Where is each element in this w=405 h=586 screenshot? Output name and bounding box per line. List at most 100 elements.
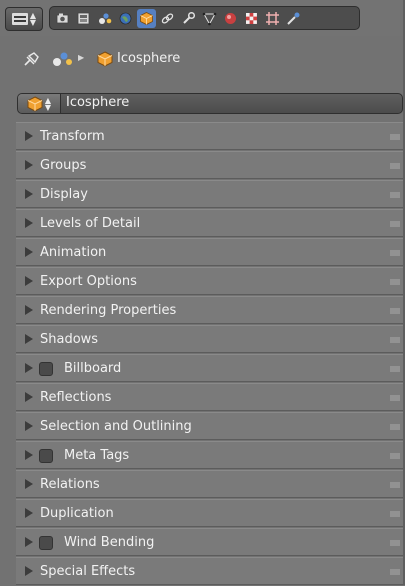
panel-title: Meta Tags — [64, 448, 130, 463]
panel-title: Display — [40, 187, 88, 202]
panel-title: Billboard — [64, 361, 122, 376]
tab-constraints[interactable] — [158, 9, 177, 28]
disclosure-triangle-icon[interactable] — [25, 305, 33, 315]
panel-title: Reflections — [40, 390, 112, 405]
disclosure-triangle-icon[interactable] — [25, 276, 33, 286]
panel-header[interactable]: Selection and Outlining — [16, 412, 405, 440]
drag-handle-icon[interactable] — [390, 540, 400, 546]
disclosure-triangle-icon[interactable] — [25, 334, 33, 344]
object-name-field[interactable]: ▲ ▼ Icosphere — [17, 93, 403, 114]
panel-header[interactable]: Duplication — [16, 499, 405, 527]
pin-icon[interactable] — [22, 51, 40, 71]
panel-header[interactable]: Transform — [16, 122, 405, 150]
panel-header[interactable]: Levels of Detail — [16, 209, 405, 237]
drag-handle-icon[interactable] — [390, 134, 400, 140]
drag-handle-icon[interactable] — [390, 308, 400, 314]
disclosure-triangle-icon[interactable] — [25, 479, 33, 489]
properties-editor-icon — [11, 13, 28, 25]
tab-physics[interactable] — [284, 9, 303, 28]
disclosure-triangle-icon[interactable] — [25, 160, 33, 170]
tab-render-layers[interactable] — [74, 9, 93, 28]
panel-title: Transform — [40, 129, 105, 144]
panel-title: Special Effects — [40, 564, 136, 579]
panel-header[interactable]: Reflections — [16, 383, 405, 411]
panel-enable-checkbox[interactable] — [39, 536, 53, 550]
tab-modifiers[interactable] — [179, 9, 198, 28]
tab-object[interactable] — [137, 8, 156, 28]
object-icon — [27, 95, 43, 112]
disclosure-triangle-icon[interactable] — [25, 421, 33, 431]
modifiers-icon — [183, 11, 196, 24]
disclosure-triangle-icon[interactable] — [25, 131, 33, 141]
disclosure-triangle-icon[interactable] — [25, 537, 33, 547]
constraints-icon — [161, 12, 174, 24]
chevron-updown-icon: ▲ ▼ — [44, 95, 52, 112]
scene-icon — [99, 12, 112, 24]
object-icon — [140, 11, 153, 25]
drag-handle-icon[interactable] — [390, 511, 400, 517]
disclosure-triangle-icon[interactable] — [25, 450, 33, 460]
panel-title: Selection and Outlining — [40, 419, 192, 434]
drag-handle-icon[interactable] — [390, 163, 400, 169]
panel-title: Groups — [40, 158, 87, 173]
drag-handle-icon[interactable] — [390, 250, 400, 256]
tab-world[interactable] — [116, 9, 135, 28]
drag-handle-icon[interactable] — [390, 569, 400, 575]
panel-header[interactable]: Groups — [16, 151, 405, 179]
disclosure-triangle-icon[interactable] — [25, 218, 33, 228]
properties-header: ▲ ▼ — [0, 0, 405, 37]
panel-title: Levels of Detail — [40, 216, 141, 231]
disclosure-triangle-icon[interactable] — [25, 392, 33, 402]
panel-header[interactable]: Shadows — [16, 325, 405, 353]
object-icon — [97, 51, 113, 71]
drag-handle-icon[interactable] — [390, 279, 400, 285]
physics-icon — [287, 12, 300, 25]
panel-enable-checkbox[interactable] — [39, 362, 53, 376]
tab-data[interactable] — [200, 9, 219, 28]
panel-header[interactable]: Special Effects — [16, 557, 405, 585]
material-icon — [225, 12, 236, 24]
panel-header[interactable]: Export Options — [16, 267, 405, 295]
disclosure-triangle-icon[interactable] — [25, 189, 33, 199]
panel-header[interactable]: Display — [16, 180, 405, 208]
tab-render[interactable] — [53, 9, 72, 28]
editor-type-button[interactable]: ▲ ▼ — [5, 7, 43, 31]
context-object-label: Icosphere — [117, 51, 181, 66]
panel-enable-checkbox[interactable] — [39, 449, 53, 463]
panel-title: Duplication — [40, 506, 114, 521]
object-name-value[interactable]: Icosphere — [66, 95, 129, 110]
disclosure-triangle-icon[interactable] — [25, 247, 33, 257]
panel-header[interactable]: Animation — [16, 238, 405, 266]
disclosure-triangle-icon[interactable] — [25, 566, 33, 576]
disclosure-triangle-icon[interactable] — [25, 508, 33, 518]
tab-scene[interactable] — [95, 9, 114, 28]
disclosure-triangle-icon[interactable] — [25, 363, 33, 373]
panel-header[interactable]: Rendering Properties — [16, 296, 405, 324]
data-icon — [202, 12, 217, 25]
panel-header[interactable]: Relations — [16, 470, 405, 498]
context-tabs — [49, 6, 360, 30]
chevron-updown-icon: ▲ ▼ — [29, 11, 37, 27]
object-browse-button[interactable]: ▲ ▼ — [18, 94, 61, 113]
drag-handle-icon[interactable] — [390, 192, 400, 198]
drag-handle-icon[interactable] — [390, 395, 400, 401]
scene-icon — [52, 50, 74, 72]
drag-handle-icon[interactable] — [390, 221, 400, 227]
texture-icon — [246, 12, 257, 24]
panel-title: Rendering Properties — [40, 303, 177, 318]
drag-handle-icon[interactable] — [390, 337, 400, 343]
drag-handle-icon[interactable] — [390, 366, 400, 372]
drag-handle-icon[interactable] — [390, 424, 400, 430]
tab-material[interactable] — [221, 9, 240, 28]
tab-particles[interactable] — [263, 9, 282, 28]
panel-header[interactable]: Billboard — [16, 354, 405, 382]
panel-title: Shadows — [40, 332, 99, 347]
tab-texture[interactable] — [242, 9, 261, 28]
panel-header[interactable]: Wind Bending — [16, 528, 405, 556]
drag-handle-icon[interactable] — [390, 482, 400, 488]
particles-icon — [266, 11, 279, 25]
world-icon — [119, 12, 132, 24]
render-layers-icon — [77, 12, 90, 24]
drag-handle-icon[interactable] — [390, 453, 400, 459]
panel-header[interactable]: Meta Tags — [16, 441, 405, 469]
